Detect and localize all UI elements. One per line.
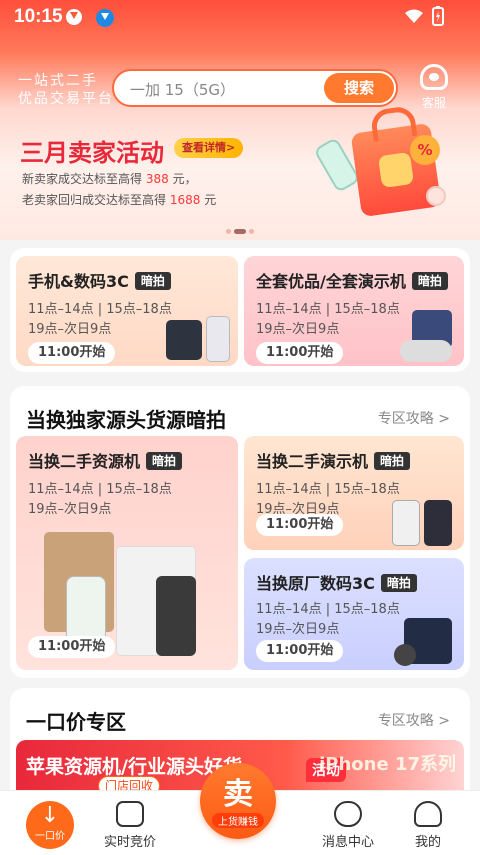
sell-sublabel: 上货赚钱 xyxy=(212,813,264,828)
header-banner: 10:15 一站式二手 优品交易平台 搜索 客服 三月卖家活动 查看详情> 新卖… xyxy=(0,0,480,240)
tile-time-slots: 11点–14点 | 15点–18点 xyxy=(256,302,400,317)
carousel-dot-active xyxy=(234,229,246,234)
section-guide-link[interactable]: 专区攻略 > xyxy=(378,710,450,730)
promo-line-new-seller: 新卖家成交达标至高得 388 元， xyxy=(22,170,197,187)
wifi-icon xyxy=(405,9,423,23)
carousel-indicator xyxy=(226,219,257,234)
status-bar: 10:15 xyxy=(0,0,480,34)
sell-label: 卖 xyxy=(223,777,253,812)
tile-time-slots: 11点–14点 | 15点–18点 xyxy=(28,302,172,317)
nav-mine-label: 我的 xyxy=(414,835,441,850)
search-input[interactable] xyxy=(128,78,308,100)
tile-used-demo-phones[interactable]: 当换二手演示机 暗拍 11点–14点 | 15点–18点 19点–次日9点 11:… xyxy=(244,436,464,550)
tile-title: 手机&数码3C 暗拍 xyxy=(28,268,171,292)
start-time-badge: 11:00开始 xyxy=(28,636,116,658)
slogan-line1: 一站式二手 xyxy=(18,73,98,89)
dark-auction-tag: 暗拍 xyxy=(134,272,171,290)
phone-image xyxy=(392,500,420,546)
promo-line1-text: 新卖家成交达标至高得 xyxy=(22,172,143,186)
nav-fixed-price-label: 一口价 xyxy=(35,831,65,842)
banner-series-label: iPhone 17系列 xyxy=(319,754,456,775)
nav-fixed-price[interactable]: ↓ 一口价 xyxy=(26,801,74,849)
slogan-line2: 优品交易平台 xyxy=(18,91,114,107)
section-guide-link[interactable]: 专区攻略 > xyxy=(378,408,450,428)
tile-title-text: 当换二手演示机 xyxy=(256,452,369,471)
auction-section: 手机&数码3C 暗拍 11点–14点 | 15点–18点 19点–次日9点 11:… xyxy=(10,248,470,372)
tile-time-night: 19点–次日9点 xyxy=(256,622,340,637)
promo-line2-text: 老卖家回归成交达标至高得 xyxy=(22,193,167,207)
tile-time-night: 19点–次日9点 xyxy=(28,502,112,517)
headset-icon xyxy=(420,64,448,90)
promo-line1-unit: 元， xyxy=(172,172,197,186)
promo-title[interactable]: 三月卖家活动 xyxy=(20,133,164,168)
tile-title-text: 全套优品/全套演示机 xyxy=(256,272,406,291)
dark-auction-tag: 暗拍 xyxy=(411,272,448,290)
tile-title-text: 当换二手资源机 xyxy=(28,452,141,471)
nav-messages-label: 消息中心 xyxy=(321,835,374,850)
watch-image xyxy=(394,644,416,666)
arrow-down-icon: ↓ xyxy=(40,803,60,828)
tile-time-slots: 11点–14点 | 15点–18点 xyxy=(256,482,400,497)
dark-auction-tag: 暗拍 xyxy=(380,574,417,592)
status-time: 10:15 xyxy=(14,6,63,27)
tile-time-slots: 11点–14点 | 15点–18点 xyxy=(28,482,172,497)
promo-line2-unit: 元 xyxy=(204,193,217,207)
dark-auction-tag: 暗拍 xyxy=(146,452,183,470)
start-time-badge: 11:00开始 xyxy=(28,342,116,364)
tile-title: 当换原厂数码3C 暗拍 xyxy=(256,570,417,594)
bottom-nav: ↓ 一口价 实时竞价 卖 上货赚钱 消息中心 我的 xyxy=(0,763,480,855)
slogan: 一站式二手 优品交易平台 xyxy=(18,72,114,108)
section-title: 一口价专区 xyxy=(26,710,126,734)
carousel-dot xyxy=(249,229,254,234)
download-icon xyxy=(96,9,114,27)
carousel-dot xyxy=(226,229,231,234)
watch-image xyxy=(400,340,452,362)
view-details-button[interactable]: 查看详情> xyxy=(174,138,244,158)
exclusive-section: 当换独家源头货源暗拍 专区攻略 > 当换二手资源机 暗拍 11点–14点 | 15… xyxy=(10,386,470,678)
search-button[interactable]: 搜索 xyxy=(324,73,394,103)
promo-line-returning-seller: 老卖家回归成交达标至高得 1688 元 xyxy=(22,191,216,208)
tile-used-source-phones[interactable]: 当换二手资源机 暗拍 11点–14点 | 15点–18点 19点–次日9点 11:… xyxy=(16,436,238,670)
start-time-badge: 11:00开始 xyxy=(256,514,344,536)
user-icon xyxy=(414,801,442,827)
tile-original-digital[interactable]: 当换原厂数码3C 暗拍 11点–14点 | 15点–18点 19点–次日9点 11… xyxy=(244,558,464,670)
tile-title-text: 当换原厂数码3C xyxy=(256,574,375,593)
dark-auction-tag: 暗拍 xyxy=(374,452,411,470)
tile-time-night: 19点–次日9点 xyxy=(28,322,112,337)
phone-image xyxy=(206,316,230,362)
search-bar[interactable]: 搜索 xyxy=(112,69,398,107)
nav-sell-button[interactable]: 卖 上货赚钱 xyxy=(200,763,276,839)
customer-service-label: 客服 xyxy=(421,96,446,110)
promo-line2-amount: 1688 xyxy=(169,193,201,207)
phone-dark-image xyxy=(156,576,196,656)
decor-orb xyxy=(426,186,446,206)
tile-time-slots: 11点–14点 | 15点–18点 xyxy=(256,602,400,617)
app-notification-icon xyxy=(66,9,82,25)
tile-time-night: 19点–次日9点 xyxy=(256,322,340,337)
nav-messages[interactable]: 消息中心 xyxy=(308,791,388,850)
discount-icon: % xyxy=(410,135,440,165)
section-title: 当换独家源头货源暗拍 xyxy=(26,408,226,432)
tile-title: 全套优品/全套演示机 暗拍 xyxy=(256,268,448,292)
customer-service-button[interactable]: 客服 xyxy=(416,64,452,111)
nav-mine[interactable]: 我的 xyxy=(388,791,468,850)
tile-phones-digital[interactable]: 手机&数码3C 暗拍 11点–14点 | 15点–18点 19点–次日9点 11:… xyxy=(16,256,238,366)
message-icon xyxy=(334,801,362,827)
promo-line1-amount: 388 xyxy=(145,172,169,186)
start-time-badge: 11:00开始 xyxy=(256,640,344,662)
nav-live-bidding-label: 实时竞价 xyxy=(103,835,156,850)
chat-bubble-icon xyxy=(116,801,144,827)
bag-logo xyxy=(377,151,415,189)
tile-full-demo[interactable]: 全套优品/全套演示机 暗拍 11点–14点 | 15点–18点 19点–次日9点 … xyxy=(244,256,464,366)
tile-title: 当换二手资源机 暗拍 xyxy=(28,448,183,472)
laptop-image xyxy=(166,320,202,360)
phone-dark-image xyxy=(424,500,452,546)
tile-title-text: 手机&数码3C xyxy=(28,272,129,291)
tile-title: 当换二手演示机 暗拍 xyxy=(256,448,411,472)
nav-live-bidding[interactable]: 实时竞价 xyxy=(90,791,170,850)
battery-icon xyxy=(432,6,444,26)
start-time-badge: 11:00开始 xyxy=(256,342,344,364)
